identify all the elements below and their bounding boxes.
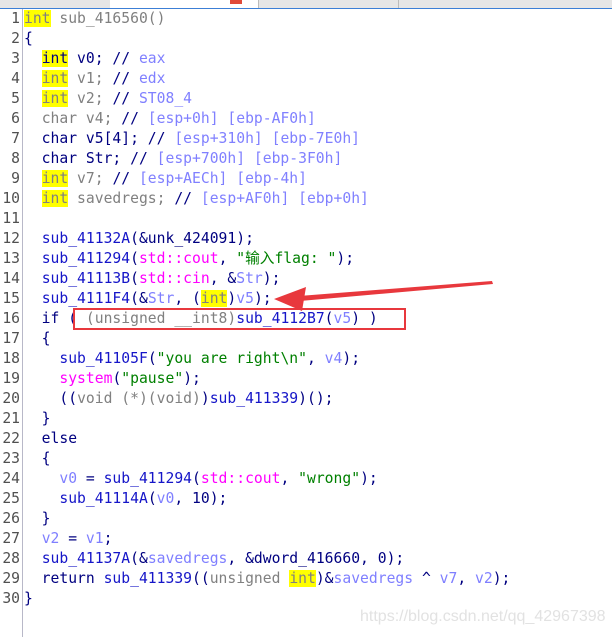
watermark: https://blog.csdn.net/qq_42967398	[360, 608, 606, 625]
arrow-head	[274, 287, 306, 311]
annotation-arrow	[274, 281, 493, 311]
arrow-shaft	[299, 281, 493, 301]
